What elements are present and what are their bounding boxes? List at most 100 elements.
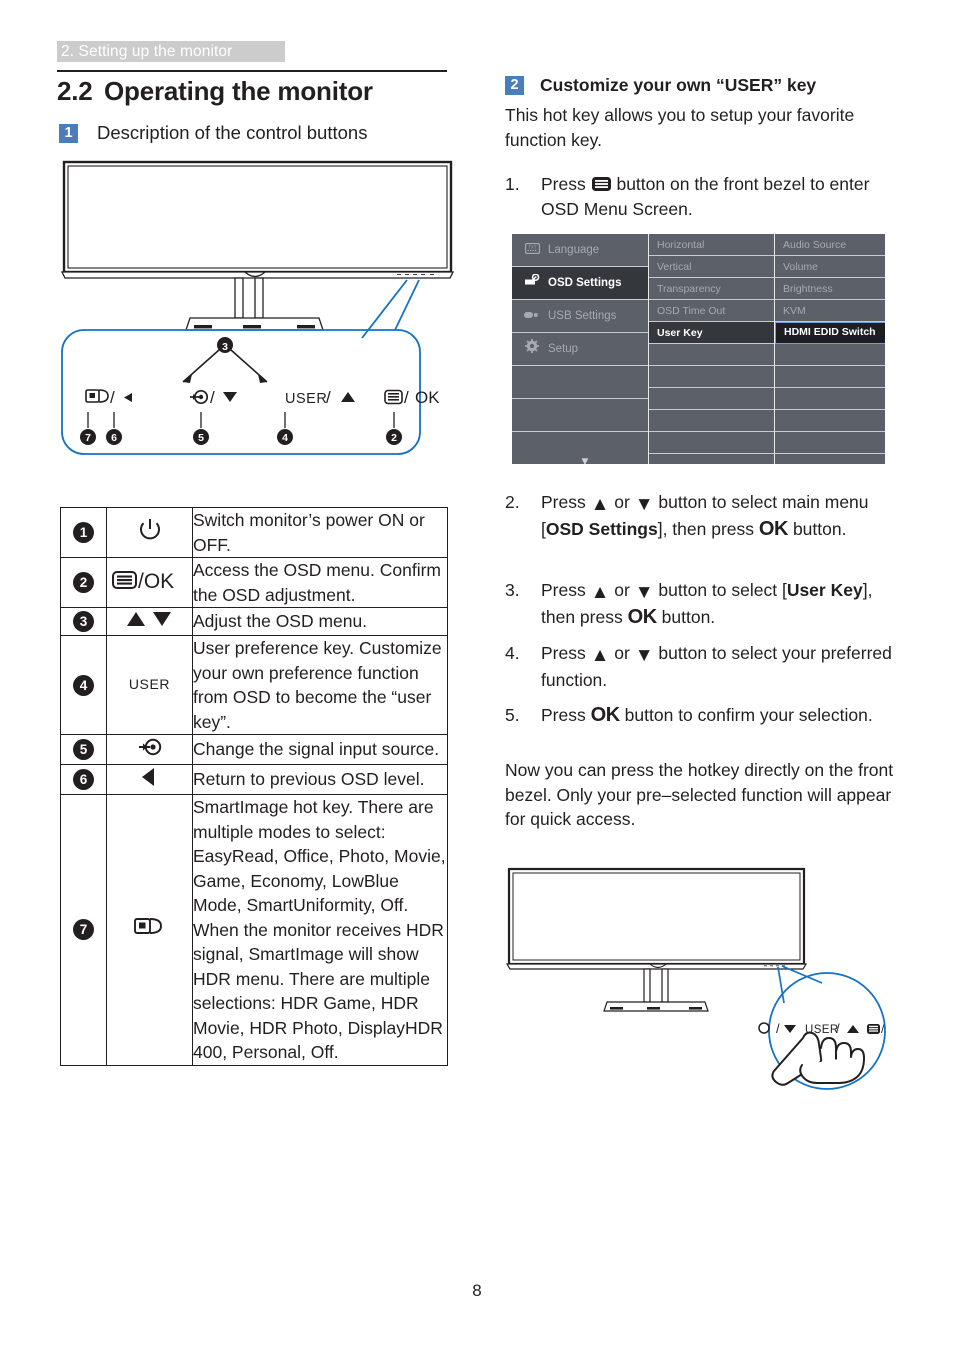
- row-description: Adjust the OSD menu.: [192, 607, 448, 636]
- osd-sub-item[interactable]: [649, 432, 775, 454]
- osd-sub-item[interactable]: [649, 454, 775, 464]
- osd-option-label: Brightness: [783, 283, 833, 295]
- osd-option-blank[interactable]: [775, 432, 885, 454]
- row-description: SmartImage hot key. There are multiple m…: [192, 794, 448, 1066]
- osd-sub-item[interactable]: Horizontal: [649, 234, 775, 256]
- step-4-text: Press ▲ or ▼ button to select your prefe…: [541, 643, 892, 690]
- osd-sub-item[interactable]: OSD Time Out: [649, 300, 775, 322]
- osd-sub-item[interactable]: [649, 388, 775, 410]
- osd-option-blank[interactable]: [775, 344, 885, 366]
- chevron-down-icon: ▼: [579, 456, 591, 464]
- svg-text:OK: OK: [415, 388, 440, 407]
- svg-text:5: 5: [198, 432, 204, 444]
- row-number-badge: 3: [73, 611, 94, 632]
- step-1: 1. Press button on the front bezel to en…: [505, 172, 897, 222]
- user-key-label: USER: [128, 676, 171, 692]
- step-3-number: 3.: [505, 580, 520, 600]
- osd-item-label: USB Settings: [548, 310, 617, 322]
- osd-scroll-down-caret[interactable]: ▼: [512, 432, 648, 464]
- header-divider: [57, 70, 447, 72]
- osd-option-label: Volume: [783, 261, 819, 273]
- osd-item-usb-settings[interactable]: USB Settings: [512, 300, 648, 333]
- svg-text:/: /: [776, 1021, 780, 1036]
- row-number-cell: 3: [60, 607, 107, 636]
- svg-text:/OK: /OK: [138, 570, 174, 593]
- osd-item-blank[interactable]: [512, 366, 648, 399]
- document-page: 2. Setting up the monitor 2.2 Operating t…: [0, 0, 954, 1354]
- row-number-cell: 6: [60, 764, 107, 795]
- row-number-cell: 5: [60, 734, 107, 765]
- row-description: Change the signal input source.: [192, 734, 448, 765]
- osd-main-menu-column[interactable]: TXT Language OSD Settings USB Settings S…: [512, 234, 648, 464]
- step-5-text: Press OK button to confirm your selectio…: [541, 704, 873, 726]
- row-number-badge: 7: [73, 919, 94, 941]
- menu-ok-icon: /OK: [106, 557, 193, 608]
- row-description: User preference key. Customize your own …: [192, 635, 448, 735]
- osd-item-language[interactable]: TXT Language: [512, 234, 648, 267]
- control-buttons-table: 1 Switch monitor’s power ON or OFF. 2 /O…: [60, 507, 448, 1066]
- step-4: 4. Press ▲ or ▼ button to select your pr…: [505, 641, 897, 693]
- badge-2: 2: [505, 76, 524, 95]
- osd-sub-item[interactable]: [649, 366, 775, 388]
- svg-text:6: 6: [111, 432, 117, 444]
- osd-sub-menu-column[interactable]: Horizontal Vertical Transparency OSD Tim…: [648, 234, 775, 464]
- osd-item-blank[interactable]: [512, 399, 648, 432]
- usb-settings-icon: [522, 301, 542, 332]
- osd-sub-item[interactable]: [649, 410, 775, 432]
- osd-sub-item[interactable]: [649, 344, 775, 366]
- svg-text:TXT: TXT: [528, 245, 536, 250]
- osd-option-label: KVM: [783, 305, 806, 317]
- svg-text:/: /: [326, 388, 331, 407]
- gear-icon: [522, 334, 542, 365]
- osd-settings-icon: [522, 268, 542, 299]
- osd-menu-screenshot[interactable]: TXT Language OSD Settings USB Settings S…: [512, 234, 885, 464]
- row-number-badge: 1: [73, 522, 94, 543]
- step-3-text: Press ▲ or ▼ button to select [User Key]…: [541, 580, 873, 628]
- osd-item-label: Setup: [548, 343, 579, 355]
- osd-option-blank[interactable]: [775, 454, 885, 464]
- svg-text:/: /: [110, 388, 115, 407]
- step-5-number: 5.: [505, 705, 520, 725]
- step-1-text: Press button on the front bezel to enter…: [541, 172, 897, 222]
- osd-option-blank[interactable]: [775, 388, 885, 410]
- osd-option-blank[interactable]: [775, 366, 885, 388]
- row-description: Switch monitor’s power ON or OFF.: [192, 507, 448, 558]
- table-row: 7 SmartImage hot key. There are multiple…: [60, 794, 448, 1066]
- osd-sub-item[interactable]: Transparency: [649, 278, 775, 300]
- step-2-text: Press ▲ or ▼ button to select main menu …: [541, 492, 869, 540]
- osd-sub-label: User Key: [657, 327, 703, 339]
- osd-sub-item-user-key[interactable]: User Key: [649, 322, 775, 344]
- osd-sub-item[interactable]: Vertical: [649, 256, 775, 278]
- svg-text:4: 4: [282, 432, 288, 444]
- monitor-front-diagram: 3 / / USER / / OK 7 6 5 4 2: [57, 160, 457, 460]
- svg-text:7: 7: [85, 432, 91, 444]
- monitor-hand-diagram: / USER / /: [492, 866, 904, 1098]
- row-number-cell: 7: [60, 794, 107, 1066]
- row-number-cell: 4: [60, 635, 107, 735]
- osd-sub-label: Vertical: [657, 261, 692, 273]
- subheading-customize-user-key: 2 Customize your own “USER” key: [505, 74, 816, 96]
- osd-option-brightness[interactable]: Brightness: [775, 278, 885, 300]
- svg-text:/: /: [836, 1021, 840, 1036]
- outro-paragraph: Now you can press the hotkey directly on…: [505, 760, 894, 829]
- osd-options-column[interactable]: Audio Source Volume Brightness KVM HDMI …: [774, 234, 885, 464]
- section-title-text: Operating the monitor: [104, 76, 373, 106]
- osd-option-blank[interactable]: [775, 410, 885, 432]
- osd-item-osd-settings[interactable]: OSD Settings: [512, 267, 648, 300]
- smartimage-icon: [106, 794, 193, 1066]
- osd-option-audio-source[interactable]: Audio Source: [775, 234, 885, 256]
- svg-text:/: /: [404, 388, 409, 407]
- osd-item-label: OSD Settings: [548, 277, 622, 289]
- row-number-badge: 2: [73, 572, 94, 593]
- intro-paragraph: This hot key allows you to setup your fa…: [505, 105, 855, 150]
- osd-sub-label: Horizontal: [657, 239, 705, 251]
- step-3: 3. Press ▲ or ▼ button to select [User K…: [505, 578, 897, 630]
- osd-option-hdmi-edid-switch[interactable]: HDMI EDID Switch✓: [775, 322, 885, 344]
- step-2-number: 2.: [505, 492, 520, 512]
- table-row: 2 /OK Access the OSD menu. Confirm the O…: [60, 557, 448, 608]
- osd-sub-label: OSD Time Out: [657, 305, 726, 317]
- osd-option-volume[interactable]: Volume: [775, 256, 885, 278]
- osd-item-setup[interactable]: Setup: [512, 333, 648, 366]
- osd-option-kvm[interactable]: KVM: [775, 300, 885, 322]
- table-row: 6 Return to previous OSD level.: [60, 764, 448, 795]
